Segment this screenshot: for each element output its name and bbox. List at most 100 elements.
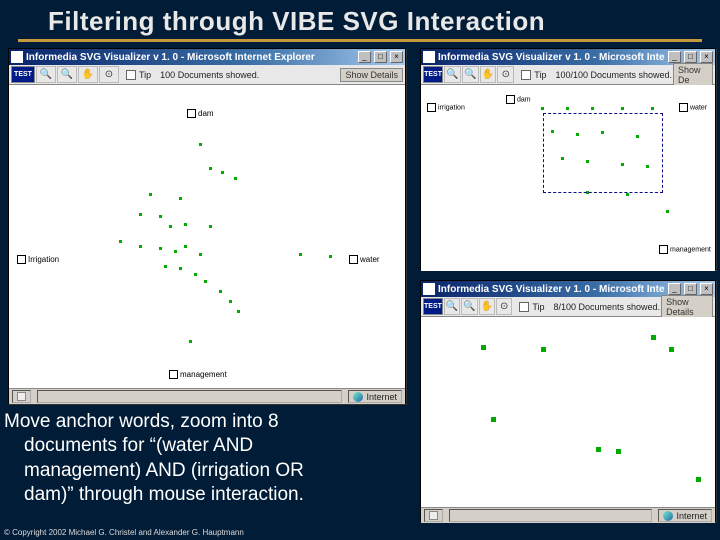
doc-point[interactable] [219,290,222,293]
doc-point[interactable] [541,347,546,352]
zoom-tool-button-2[interactable]: 🔍 [461,298,477,315]
test-badge-button[interactable]: TEST [423,298,443,315]
caption-line: Move anchor words, zoom into 8 [4,411,279,432]
doc-point[interactable] [204,280,207,283]
doc-point[interactable] [194,273,197,276]
tip-checkbox-group[interactable]: Tip [126,70,151,80]
visualization-canvas[interactable]: irrigation dam water management [421,85,715,271]
test-badge-button[interactable]: TEST [423,66,443,83]
doc-point[interactable] [184,223,187,226]
doc-point[interactable] [184,245,187,248]
vibe-window-selection: Informedia SVG Visualizer v 1. 0 - Micro… [420,48,716,270]
tip-checkbox-group[interactable]: Tip [521,70,546,80]
toolbar: TEST 🔍 🔍 ✋ ⊙ Tip 100 Documents showed. S… [9,65,405,85]
tip-checkbox[interactable] [519,302,529,312]
hand-tool-button[interactable]: ✋ [78,66,98,83]
close-button[interactable]: × [700,283,713,295]
doc-point[interactable] [179,197,182,200]
show-details-button[interactable]: Show Details [661,295,713,319]
anchor-irrigation[interactable]: Irrigation [17,255,59,264]
doc-point[interactable] [481,345,486,350]
doc-point[interactable] [596,447,601,452]
status-zone: Internet [658,509,712,522]
doc-point[interactable] [159,247,162,250]
doc-point[interactable] [199,143,202,146]
doc-point[interactable] [491,417,496,422]
reset-tool-button[interactable]: ⊙ [496,298,512,315]
test-badge-button[interactable]: TEST [11,66,35,83]
page-title: Filtering through VIBE SVG Interaction [0,0,720,39]
doc-point[interactable] [179,267,182,270]
doc-point[interactable] [616,449,621,454]
close-button[interactable]: × [700,51,713,63]
hand-tool-button[interactable]: ✋ [480,66,497,83]
minimize-button[interactable]: _ [668,283,681,295]
anchor-management[interactable]: management [169,370,227,379]
tip-checkbox[interactable] [126,70,136,80]
reset-tool-button[interactable]: ⊙ [497,66,514,83]
maximize-button[interactable]: □ [684,283,697,295]
doc-point[interactable] [666,210,669,213]
doc-point[interactable] [139,245,142,248]
doc-point[interactable] [566,107,569,110]
reset-tool-button[interactable]: ⊙ [99,66,119,83]
doc-point[interactable] [159,215,162,218]
hand-tool-button[interactable]: ✋ [479,298,495,315]
titlebar[interactable]: Informedia SVG Visualizer v 1. 0 - Micro… [9,49,405,65]
status-bar: Internet [9,388,405,404]
zoom-tool-button[interactable]: 🔍 [444,66,461,83]
maximize-button[interactable]: □ [684,51,697,63]
doc-point[interactable] [199,253,202,256]
doc-point[interactable] [591,107,594,110]
zoom-tool-button[interactable]: 🔍 [444,298,460,315]
doc-point[interactable] [669,347,674,352]
anchor-dam[interactable]: dam [187,109,214,118]
doc-point[interactable] [174,250,177,253]
doc-point[interactable] [164,265,167,268]
doc-point[interactable] [651,335,656,340]
doc-point[interactable] [189,340,192,343]
doc-point[interactable] [626,193,629,196]
doc-point[interactable] [651,107,654,110]
anchor-irrigation[interactable]: irrigation [427,103,465,112]
doc-point[interactable] [329,255,332,258]
show-details-button[interactable]: Show De [673,63,713,87]
close-button[interactable]: × [390,51,403,63]
zoom-tool-button-2[interactable]: 🔍 [462,66,479,83]
window-title: Informedia SVG Visualizer v 1. 0 - Micro… [26,52,355,63]
tip-label: Tip [139,70,151,80]
doc-point[interactable] [139,213,142,216]
doc-point[interactable] [169,225,172,228]
tip-label: Tip [534,70,546,80]
doc-point[interactable] [696,477,701,482]
doc-point[interactable] [209,167,212,170]
titlebar[interactable]: Informedia SVG Visualizer v 1. 0 - Micro… [421,49,715,65]
tip-checkbox-group[interactable]: Tip [519,302,544,312]
maximize-button[interactable]: □ [374,51,387,63]
visualization-canvas[interactable] [421,317,715,507]
zoom-tool-button-2[interactable]: 🔍 [57,66,77,83]
anchor-dam[interactable]: dam [506,95,531,104]
doc-point[interactable] [149,193,152,196]
doc-point[interactable] [299,253,302,256]
minimize-button[interactable]: _ [358,51,371,63]
doc-point[interactable] [119,240,122,243]
anchor-water[interactable]: water [679,103,707,112]
doc-point[interactable] [621,107,624,110]
zoom-tool-button[interactable]: 🔍 [36,66,56,83]
doc-point[interactable] [234,177,237,180]
anchor-management[interactable]: management [659,245,711,254]
caption-line: dam)” through mouse interaction. [4,483,404,507]
doc-point[interactable] [229,300,232,303]
doc-point[interactable] [541,107,544,110]
show-details-button[interactable]: Show Details [340,68,403,82]
vibe-window-main: Informedia SVG Visualizer v 1. 0 - Micro… [8,48,406,404]
doc-point[interactable] [237,310,240,313]
visualization-canvas[interactable]: dam Irrigation water management [9,85,405,388]
selection-rectangle[interactable] [543,113,663,193]
minimize-button[interactable]: _ [668,51,681,63]
tip-checkbox[interactable] [521,70,531,80]
doc-point[interactable] [221,171,224,174]
anchor-water[interactable]: water [349,255,380,264]
doc-point[interactable] [209,225,212,228]
